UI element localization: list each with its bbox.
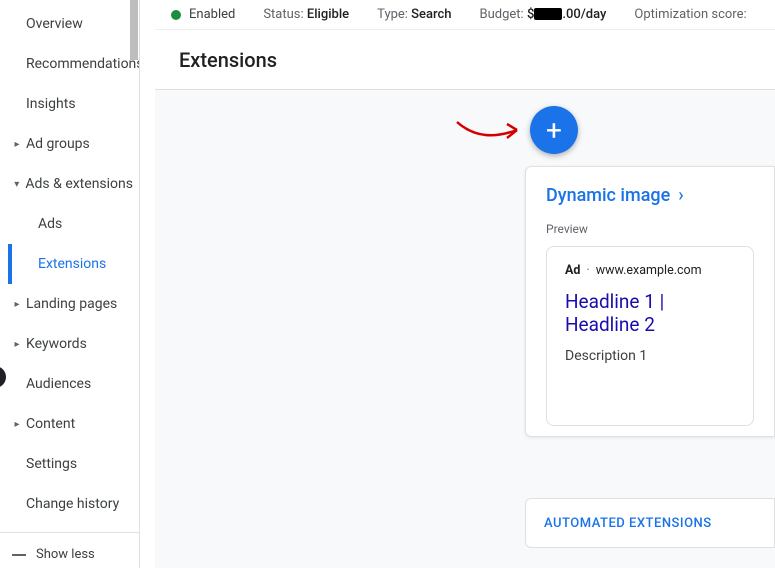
page-title: Extensions [155, 30, 775, 90]
campaign-status-enabled[interactable]: Enabled [171, 7, 235, 22]
sidebar-item-settings[interactable]: Settings [0, 444, 139, 484]
sidebar-item-ad-groups[interactable]: ▸Ad groups [0, 124, 139, 164]
automated-extensions-button[interactable]: AUTOMATED EXTENSIONS [525, 498, 775, 548]
chevron-right-icon: ▸ [10, 339, 24, 350]
ad-headline: Headline 1 | Headline 2 [565, 290, 735, 336]
sidebar-item-keywords[interactable]: ▸Keywords [0, 324, 139, 364]
sidebar-item-ads-extensions[interactable]: ▾Ads & extensions [0, 164, 139, 204]
sidebar-item-landing-pages[interactable]: ▸Landing pages [0, 284, 139, 324]
chevron-right-icon: ▸ [10, 139, 24, 150]
chevron-right-icon: ▸ [10, 299, 24, 310]
sidebar-sub-ads[interactable]: Ads [8, 204, 139, 244]
minus-icon [12, 554, 26, 556]
status-bar: Enabled Status: Eligible Type: Search Bu… [155, 0, 775, 30]
dynamic-image-card: Dynamic image › Preview Ad·www.example.c… [525, 166, 775, 437]
sidebar-item-audiences[interactable]: Audiences [0, 364, 139, 404]
status-eligible: Status: Eligible [263, 7, 349, 22]
status-optimization-score: Optimization score: [634, 7, 746, 22]
ad-description: Description 1 [565, 348, 735, 364]
main-panel: Enabled Status: Eligible Type: Search Bu… [155, 0, 775, 568]
show-less-button[interactable]: Show less [0, 532, 139, 568]
status-type: Type: Search [377, 7, 451, 22]
preview-label: Preview [546, 222, 754, 236]
status-budget: Budget: $.00/day [480, 7, 607, 22]
redacted-amount [534, 8, 562, 20]
sidebar: ▴ Overview Recommendations Insights ▸Ad … [0, 0, 140, 568]
plus-icon: + [546, 114, 562, 147]
annotation-arrow-icon [455, 108, 525, 148]
chevron-right-icon: ▸ [10, 419, 24, 430]
dynamic-image-link[interactable]: Dynamic image › [546, 185, 754, 206]
chevron-right-icon: › [678, 185, 683, 206]
sidebar-item-change-history[interactable]: Change history [0, 484, 139, 524]
sidebar-item-content[interactable]: ▸Content [0, 404, 139, 444]
chevron-down-icon: ▾ [10, 179, 23, 190]
content-area: + Dynamic image › Preview Ad·www.example… [155, 90, 775, 568]
sidebar-item-overview[interactable]: Overview [0, 4, 139, 44]
ad-url-line: Ad·www.example.com [565, 263, 735, 278]
sidebar-sub-extensions[interactable]: Extensions [8, 244, 139, 284]
sidebar-item-recommendations[interactable]: Recommendations [0, 44, 139, 84]
ad-preview: Ad·www.example.com Headline 1 | Headline… [546, 246, 754, 426]
status-dot-icon [171, 10, 181, 20]
sidebar-item-insights[interactable]: Insights [0, 84, 139, 124]
add-extension-button[interactable]: + [530, 106, 578, 154]
